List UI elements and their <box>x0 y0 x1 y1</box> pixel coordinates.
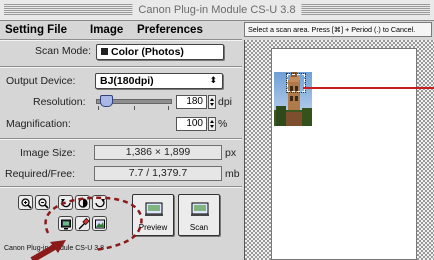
divider-highlight <box>0 187 242 188</box>
resolution-stepper[interactable] <box>208 95 216 109</box>
preview-button[interactable]: Preview <box>132 194 174 236</box>
required-free-unit: mb <box>225 168 240 180</box>
preview-area[interactable] <box>244 40 434 260</box>
monitor-icon <box>61 219 71 230</box>
resolution-slider-thumb[interactable] <box>100 95 114 107</box>
image-size-label: Image Size: <box>20 147 76 159</box>
popup-arrows-icon: ⬍ <box>209 76 217 86</box>
output-device-popup[interactable]: BJ(180dpi) ⬍ <box>95 73 223 89</box>
flip-icon <box>78 198 88 208</box>
magnification-stepper[interactable] <box>208 117 216 131</box>
slider-tick <box>98 106 99 110</box>
window-title: Canon Plug-in Module CS-U 3.8 <box>132 2 302 18</box>
divider-highlight <box>0 139 242 140</box>
rotate-left-icon <box>61 199 71 208</box>
divider-highlight <box>0 67 242 68</box>
selection-indicator-line <box>303 87 434 89</box>
zoom-in-icon <box>21 198 32 209</box>
footer-text: Canon Plug-in Module CS-U 3.8 <box>4 245 104 252</box>
slider-tick <box>134 106 135 110</box>
magnification-field[interactable]: 100 <box>176 117 207 131</box>
resolution-field[interactable]: 180 <box>176 95 207 109</box>
scan-mode-text: Color (Photos) <box>111 46 184 58</box>
image-size-unit: px <box>225 147 237 159</box>
menu-preferences[interactable]: Preferences <box>137 22 203 38</box>
preview-label: Preview <box>138 223 168 232</box>
zoom-out-button[interactable] <box>35 195 50 210</box>
required-free-label: Required/Free: <box>5 168 76 180</box>
menu-bar: Setting File Image Preferences <box>0 21 240 39</box>
mode-button[interactable] <box>58 216 73 231</box>
output-device-label: Output Device: <box>6 75 76 87</box>
instruction-text: Select a scan area. Press [⌘] + Period (… <box>244 22 432 37</box>
required-free-value: 7.7 / 1,379.7 <box>94 166 222 181</box>
plugin-window: Canon Plug-in Module CS-U 3.8 Setting Fi… <box>0 0 434 260</box>
magnification-label: Magnification: <box>6 118 71 130</box>
scan-mode-popup[interactable]: Color (Photos) <box>96 44 224 60</box>
divider-highlight <box>0 40 242 41</box>
scan-label: Scan <box>189 223 209 232</box>
resolution-label: Resolution: <box>33 96 86 108</box>
image-size-value: 1,386 × 1,899 <box>94 145 222 160</box>
resolution-unit: dpi <box>218 96 233 108</box>
image-adjust-button[interactable] <box>92 216 107 231</box>
flip-button[interactable] <box>75 195 90 210</box>
rotate-right-button[interactable] <box>92 195 107 210</box>
selection-marquee[interactable] <box>286 73 306 93</box>
slider-tick <box>168 106 169 110</box>
rotate-right-icon <box>95 199 105 208</box>
magnification-unit: % <box>218 118 228 130</box>
scan-mode-value: Color (Photos) <box>101 45 184 59</box>
image-icon <box>95 219 105 229</box>
zoom-in-button[interactable] <box>18 195 33 210</box>
title-bar[interactable]: Canon Plug-in Module CS-U 3.8 <box>0 0 434 21</box>
rotate-left-button[interactable] <box>58 195 73 210</box>
menu-setting-file[interactable]: Setting File <box>5 22 67 38</box>
eyedropper-button[interactable] <box>75 216 90 231</box>
output-device-value: BJ(180dpi) <box>100 75 154 87</box>
menu-image[interactable]: Image <box>90 22 123 38</box>
scan-mode-label: Scan Mode: <box>35 45 92 57</box>
scan-button[interactable]: Scan <box>178 194 220 236</box>
scan-icon <box>191 202 209 216</box>
eyedropper-icon <box>78 217 90 230</box>
color-mode-icon <box>101 48 108 55</box>
zoom-out-icon <box>38 198 49 209</box>
preview-icon <box>145 202 163 216</box>
